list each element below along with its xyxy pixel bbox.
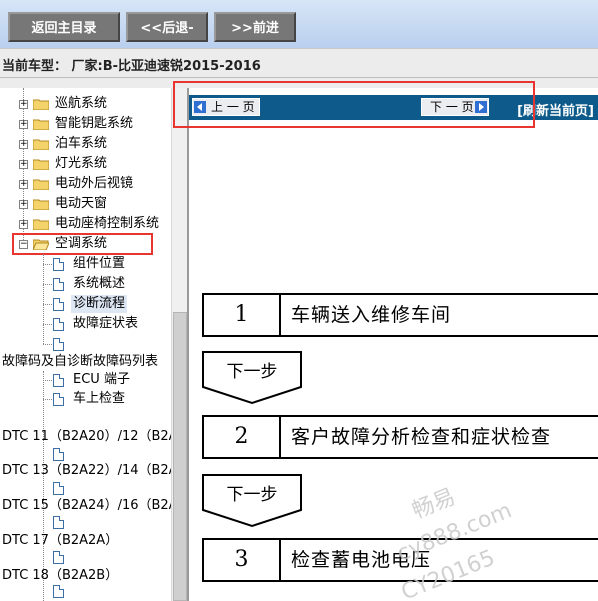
page-icon	[53, 374, 64, 387]
tree-node-label: 故障码及自诊断故障码列表	[2, 354, 159, 369]
next-step-arrow-2: 下一步	[202, 474, 302, 528]
navigation-tree: + 巡航系统 + 智能钥匙系统 + 泊车系统 + 灯光系统 + 电动外后视镜 +…	[0, 88, 171, 601]
step-number: 2	[204, 417, 281, 457]
page-icon	[53, 516, 64, 529]
expand-toggle[interactable]: +	[19, 180, 28, 189]
page-icon	[53, 278, 64, 291]
tree-node-label: DTC 13（B2A22）/14（B2A	[2, 463, 171, 478]
tree-folder-label: 电动天窗	[55, 196, 108, 211]
tree-page-diagnostic-flow[interactable]: 诊断流程	[0, 295, 171, 313]
tree-dtc-17[interactable]: DTC 17（B2A2A）	[2, 532, 171, 550]
folder-icon	[33, 159, 49, 170]
tree-page-untitled[interactable]	[0, 335, 171, 353]
tree-dtc-15-16[interactable]: DTC 15（B2A24）/16（B2A	[2, 497, 171, 515]
tree-page-label: 系统概述	[73, 276, 126, 291]
expand-toggle[interactable]: +	[19, 140, 28, 149]
tree-folder-smart-key[interactable]: + 智能钥匙系统	[0, 115, 171, 133]
top-toolbar: 返回主目录 <<后退- >>前进	[0, 0, 598, 48]
back-button[interactable]: <<后退-	[126, 12, 208, 42]
tree-dtc-11-12[interactable]: DTC 11（B2A20）/12（B2A	[2, 428, 171, 446]
ac-highlight-frame	[12, 233, 153, 255]
page-icon	[53, 482, 64, 495]
page-icon	[53, 448, 64, 461]
page-icon	[53, 585, 64, 598]
watermark-text: 畅易	[408, 484, 460, 525]
folder-icon	[33, 179, 49, 190]
folder-icon	[33, 139, 49, 150]
tree-branch-line	[43, 284, 52, 285]
tree-node-label: DTC 17（B2A2A）	[2, 533, 119, 548]
scrollbar-thumb[interactable]	[173, 312, 187, 601]
tree-branch-line	[43, 399, 52, 400]
folder-icon	[33, 99, 49, 110]
page-icon	[53, 258, 64, 271]
tree-page-vehicle-check[interactable]: 车上检查	[0, 390, 171, 408]
step-text: 检查蓄电池电压	[291, 549, 432, 571]
step-number: 3	[204, 540, 281, 580]
tree-branch-line	[43, 380, 52, 381]
step-text: 客户故障分析检查和症状检查	[291, 426, 552, 448]
tree-node-label: DTC 15（B2A24）/16（B2A	[2, 498, 171, 513]
tree-folder-seat[interactable]: + 电动座椅控制系统	[0, 215, 171, 233]
page-nav-highlight-frame	[173, 81, 535, 128]
status-divider	[0, 77, 598, 78]
tree-page-label: 故障症状表	[73, 316, 139, 331]
tree-page-component-location[interactable]: 组件位置	[0, 255, 171, 273]
folder-icon	[33, 119, 49, 130]
tree-page-ecu-terminal[interactable]: ECU 端子	[0, 371, 171, 389]
current-model-label: 当前车型： 厂家:B-比亚迪速锐2015-2016	[2, 59, 261, 74]
tree-folder-label: 智能钥匙系统	[55, 116, 134, 131]
forward-button[interactable]: >>前进	[214, 12, 296, 42]
tree-folder-sunroof[interactable]: + 电动天窗	[0, 195, 171, 213]
expand-toggle[interactable]: +	[19, 220, 28, 229]
tree-branch-line	[43, 324, 52, 325]
folder-icon	[33, 219, 49, 230]
content-pane: 上 一 页 下 一 页 [刷新当前页] 1 车辆送入维修车间 下一步 2 客户故…	[189, 88, 598, 601]
tree-node-label: DTC 11（B2A20）/12（B2A	[2, 429, 171, 444]
expand-toggle[interactable]: +	[19, 160, 28, 169]
tree-page-label: ECU 端子	[73, 372, 130, 387]
expand-toggle[interactable]: +	[19, 200, 28, 209]
tree-folder-parking[interactable]: + 泊车系统	[0, 135, 171, 153]
next-step-label: 下一步	[226, 362, 278, 382]
tree-folder-label: 电动外后视镜	[55, 176, 134, 191]
tree-page-system-overview[interactable]: 系统概述	[0, 275, 171, 293]
page-icon	[53, 551, 64, 564]
page-icon	[53, 298, 64, 311]
home-button[interactable]: 返回主目录	[8, 12, 120, 42]
step-box-1: 1 车辆送入维修车间	[202, 293, 598, 337]
page-icon	[53, 338, 64, 351]
tree-page-label-selected: 诊断流程	[71, 295, 128, 313]
step-box-2: 2 客户故障分析检查和症状检查	[202, 415, 598, 459]
next-step-arrow-1: 下一步	[202, 351, 302, 405]
tree-scrollbar[interactable]	[171, 88, 188, 601]
expand-toggle[interactable]: +	[19, 120, 28, 129]
expand-toggle[interactable]: +	[19, 100, 28, 109]
tree-page-label: 组件位置	[73, 256, 126, 271]
tree-folder-mirror[interactable]: + 电动外后视镜	[0, 175, 171, 193]
tree-page-symptom-table[interactable]: 故障症状表	[0, 315, 171, 333]
next-step-label: 下一步	[226, 485, 278, 505]
tree-folder-label: 巡航系统	[55, 96, 108, 111]
tree-dtc-list-header[interactable]: 故障码及自诊断故障码列表	[2, 353, 171, 371]
tree-branch-line	[43, 344, 52, 345]
tree-folder-cruise[interactable]: + 巡航系统	[0, 95, 171, 113]
page-icon	[53, 393, 64, 406]
tree-folder-label: 电动座椅控制系统	[55, 216, 160, 231]
step-number: 1	[204, 295, 281, 335]
tree-branch-line	[43, 264, 52, 265]
tree-folder-lighting[interactable]: + 灯光系统	[0, 155, 171, 173]
tree-folder-label: 泊车系统	[55, 136, 108, 151]
tree-branch-line	[43, 304, 52, 305]
tree-dtc-13-14[interactable]: DTC 13（B2A22）/14（B2A	[2, 462, 171, 480]
step-box-3: 3 检查蓄电池电压	[202, 538, 598, 582]
tree-dtc-18[interactable]: DTC 18（B2A2B）	[2, 567, 171, 585]
tree-folder-label: 灯光系统	[55, 156, 108, 171]
folder-icon	[33, 199, 49, 210]
step-text: 车辆送入维修车间	[291, 304, 452, 326]
tree-page-label: 车上检查	[73, 391, 126, 406]
page-icon	[53, 318, 64, 331]
tree-node-label: DTC 18（B2A2B）	[2, 568, 119, 583]
